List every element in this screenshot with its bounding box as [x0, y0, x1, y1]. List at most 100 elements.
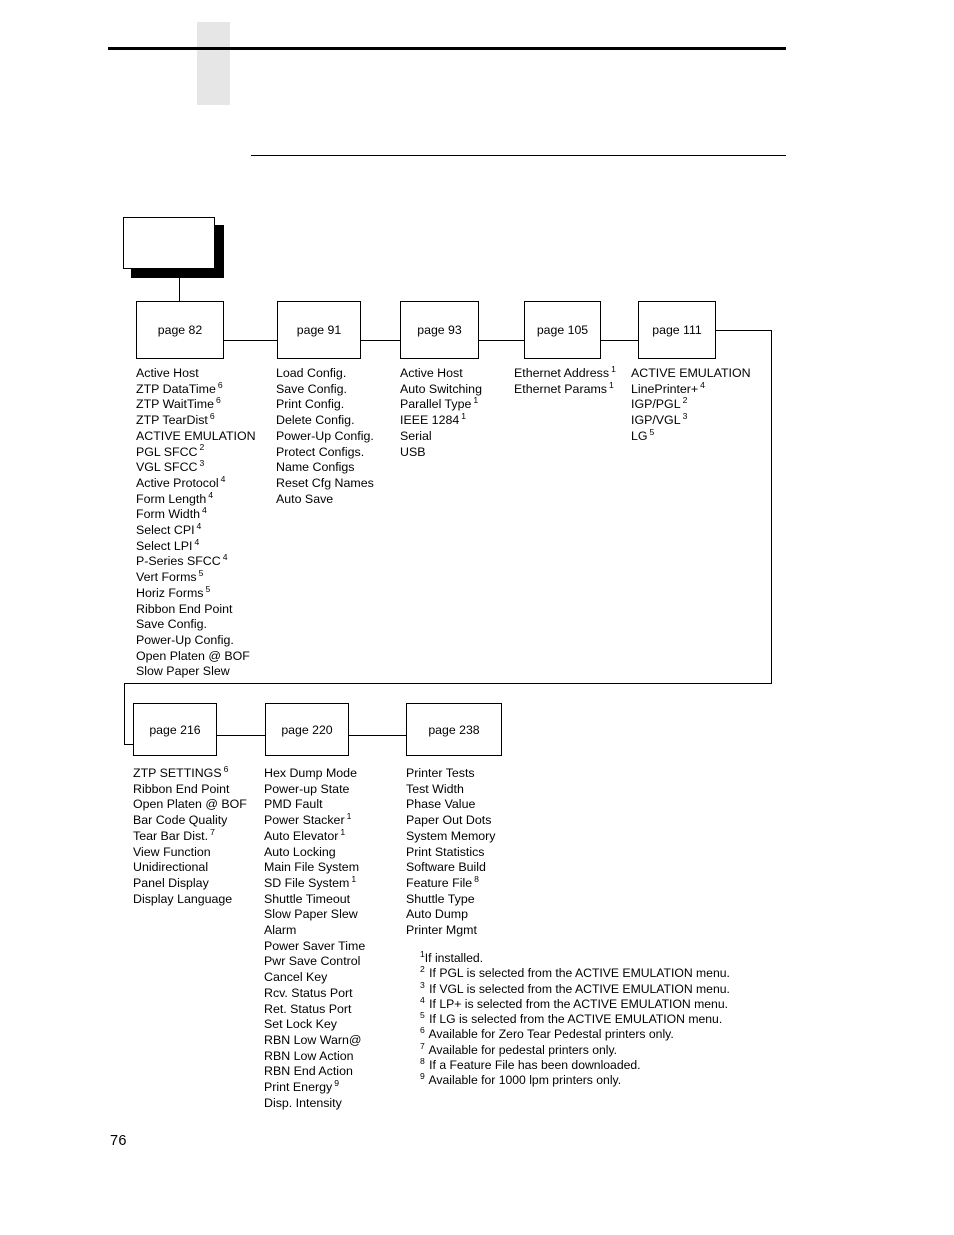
menu-item: Power Saver Time	[264, 939, 365, 955]
menu-item: Slow Paper Slew	[136, 664, 256, 680]
menu-item-footnote-ref: 4	[208, 489, 214, 500]
menu-item-label: Alarm	[264, 923, 297, 938]
menu-item: Tear Bar Dist. 7	[133, 826, 247, 845]
menu-item: Unidirectional	[133, 860, 247, 876]
menu-item-label: Save Config.	[276, 381, 347, 396]
node-page-238[interactable]: page 238	[406, 703, 502, 756]
menu-item-label: Parallel Type	[400, 397, 472, 412]
menu-item: Rcv. Status Port	[264, 986, 365, 1002]
menu-item-label: Select LPI	[136, 538, 193, 553]
footnote-text: If VGL is selected from the ACTIVE EMULA…	[425, 981, 730, 996]
menu-item-label: USB	[400, 444, 426, 459]
menu-item: Auto Locking	[264, 845, 365, 861]
node-page-91-label: page 91	[296, 323, 342, 337]
node-page-105-label: page 105	[536, 323, 589, 337]
menu-item-footnote-ref: 6	[217, 379, 223, 390]
node-page-216-label: page 216	[149, 722, 201, 737]
menu-item-label: LinePrinter+	[631, 381, 699, 396]
footnote-text: If LG is selected from the ACTIVE EMULAT…	[425, 1012, 723, 1027]
menu-item-label: Auto Switching	[400, 381, 482, 396]
menu-item: ZTP SETTINGS 6	[133, 765, 247, 782]
menu-item: Open Platen @ BOF	[136, 649, 256, 665]
menu-item: ZTP TearDist 6	[136, 412, 256, 429]
menu-item-label: Main File System	[264, 860, 360, 875]
menu-item-label: PMD Fault	[264, 797, 323, 812]
menu-item-footnote-ref: 4	[700, 379, 705, 390]
menu-item: Select LPI 4	[136, 537, 256, 555]
connector-wrap-into-page216	[124, 744, 133, 746]
menu-item-label: VGL SFCC	[136, 460, 198, 475]
menu-item: View Function	[133, 845, 247, 861]
menu-item-label: Feature File	[406, 875, 473, 890]
menu-item-footnote-ref: 7	[210, 826, 215, 837]
menu-item-footnote-ref: 1	[461, 410, 467, 421]
menu-item-label: Serial	[400, 428, 432, 443]
menu-list-page-91: Load Config. Save Config. Print Config. Del…	[276, 366, 374, 507]
menu-item: IGP/PGL 2	[631, 396, 751, 413]
connector-105-111	[601, 340, 638, 342]
menu-item-label: Active Host	[136, 366, 199, 380]
menu-item-label: Ethernet Address	[514, 366, 610, 380]
menu-item-label: PGL SFCC	[136, 444, 198, 459]
menu-item: Power Stacker 1	[264, 812, 365, 829]
menu-item-label: ZTP WaitTime	[136, 397, 215, 412]
menu-item-label: Ret. Status Port	[264, 1001, 352, 1016]
node-page-93[interactable]: page 93	[400, 301, 479, 359]
menu-item-label: Open Platen @ BOF	[136, 648, 250, 663]
menu-item-label: Test Width	[406, 781, 464, 796]
menu-item: Panel Display	[133, 876, 247, 892]
node-page-220[interactable]: page 220	[265, 703, 349, 756]
menu-item-label: Protect Configs.	[276, 444, 365, 459]
menu-item-label: Vert Forms	[136, 570, 197, 585]
menu-item: Test Width	[406, 782, 496, 798]
menu-item: Power-Up Config.	[276, 429, 374, 445]
menu-item-label: Print Config.	[276, 397, 345, 412]
menu-item-label: Delete Config.	[276, 413, 355, 428]
connector-wrap-down	[771, 330, 773, 684]
menu-item-label: LG	[631, 428, 648, 443]
node-page-111[interactable]: page 111	[638, 301, 716, 359]
menu-item-label: RBN Low Action	[264, 1048, 354, 1063]
menu-item-label: Set Lock Key	[264, 1017, 338, 1032]
menu-item: Auto Switching	[400, 382, 482, 398]
menu-item: Alarm	[264, 923, 365, 939]
footnote: 3 If VGL is selected from the ACTIVE EMU…	[420, 980, 730, 997]
menu-item: Print Statistics	[406, 845, 496, 861]
node-page-216[interactable]: page 216	[133, 703, 217, 756]
menu-item: Print Energy 9	[264, 1079, 365, 1096]
menu-item-label: Shuttle Type	[406, 891, 475, 906]
menu-item: Horiz Forms 5	[136, 584, 256, 602]
menu-item: LG 5	[631, 427, 751, 445]
connector-wrap-bottom	[124, 683, 772, 685]
menu-item-label: Power Saver Time	[264, 938, 366, 953]
menu-item-label: Auto Locking	[264, 844, 336, 859]
menu-item-footnote-ref: 1	[340, 826, 346, 837]
menu-item: Shuttle Timeout	[264, 892, 365, 908]
footnote-text: If installed.	[424, 951, 484, 965]
menu-item-label: Shuttle Timeout	[264, 891, 351, 906]
menu-item: SD File System 1	[264, 874, 365, 892]
menu-item: Ethernet Address 1	[514, 365, 616, 382]
menu-item-label: Software Build	[406, 860, 486, 875]
menu-item-footnote-ref: 4	[222, 552, 228, 563]
menu-list-page-82: Active Host ZTP DataTime 6 ZTP WaitTime 6 ZTP…	[136, 366, 256, 680]
menu-item-label: ZTP SETTINGS	[133, 766, 222, 780]
menu-item-label: Power Stacker	[264, 813, 345, 828]
node-page-91[interactable]: page 91	[277, 301, 361, 359]
footnote-text: If LP+ is selected from the ACTIVE EMULA…	[425, 996, 728, 1011]
node-page-93-label: page 93	[417, 323, 462, 337]
menu-item-label: Active Protocol	[136, 475, 219, 490]
footnote: 1If installed.	[420, 950, 730, 966]
menu-item-label: Panel Display	[133, 875, 209, 890]
menu-item-label: Phase Value	[406, 797, 476, 812]
menu-item-label: Slow Paper Slew	[264, 907, 358, 922]
menu-item-label: Load Config.	[276, 366, 347, 380]
menu-item-footnote-ref: 8	[474, 873, 479, 884]
footnote: 6 Available for Zero Tear Pedestal print…	[420, 1026, 730, 1042]
node-page-82[interactable]: page 82	[136, 301, 224, 359]
menu-item: Ret. Status Port	[264, 1002, 365, 1018]
menu-item-label: Open Platen @ BOF	[133, 797, 247, 812]
node-page-105[interactable]: page 105	[524, 301, 601, 359]
menu-item-label: Print Energy	[264, 1080, 333, 1095]
menu-item-label: IGP/VGL	[631, 413, 681, 428]
